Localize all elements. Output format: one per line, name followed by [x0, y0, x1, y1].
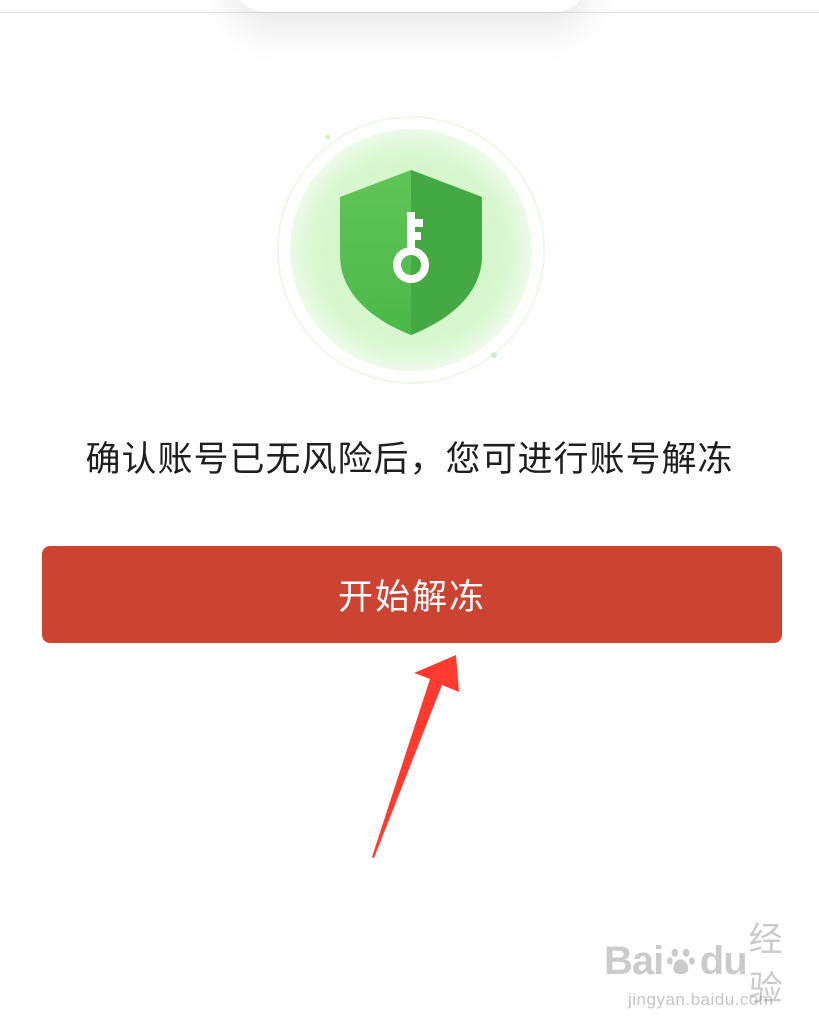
watermark-url: jingyan.baidu.com [628, 990, 774, 1009]
unfreeze-instruction-text: 确认账号已无风险后，您可进行账号解冻 [85, 440, 734, 480]
shield-key-icon [276, 115, 546, 385]
unfreeze-page: 确认账号已无风险后，您可进行账号解冻 开始解冻 Bai du 经验 jingya… [0, 0, 819, 1030]
pointer-arrow-icon [360, 650, 470, 865]
baidu-jingyan-watermark: Bai du 经验 jingyan.baidu.com [604, 920, 804, 1020]
baidu-brand-left: Bai [604, 938, 664, 983]
start-unfreeze-button[interactable]: 开始解冻 [42, 546, 782, 643]
top-divider [0, 12, 819, 13]
top-card [230, 0, 590, 12]
paw-icon [667, 948, 695, 975]
baidu-brand-right: du [699, 938, 748, 983]
baidu-logo: Bai du 经验 [604, 920, 804, 1009]
